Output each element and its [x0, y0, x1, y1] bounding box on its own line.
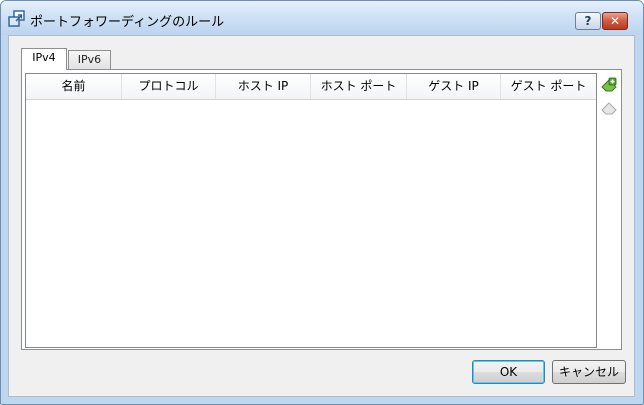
cancel-button[interactable]: キャンセル: [552, 360, 626, 384]
ok-button[interactable]: OK: [472, 360, 545, 384]
table-body: [26, 100, 596, 348]
remove-rule-icon: [601, 102, 617, 115]
window-title: ポートフォワーディングのルール: [30, 15, 225, 30]
column-guest-ip[interactable]: ゲスト IP: [407, 74, 501, 99]
title-bar[interactable]: ポートフォワーディングのルール ? ✕: [1, 1, 643, 35]
column-host-port[interactable]: ホスト ポート: [311, 74, 407, 99]
column-protocol[interactable]: プロトコル: [122, 74, 216, 99]
add-rule-icon[interactable]: [599, 76, 619, 96]
tab-ipv6[interactable]: IPv6: [68, 50, 111, 70]
close-button[interactable]: ✕: [602, 12, 628, 30]
dialog-body: IPv4 IPv6 名前 プロトコル ホスト IP ホスト ポート ゲスト IP…: [8, 35, 635, 397]
help-button[interactable]: ?: [575, 12, 601, 30]
app-icon: [8, 10, 25, 27]
table-header: 名前 プロトコル ホスト IP ホスト ポート ゲスト IP ゲスト ポート: [26, 74, 596, 100]
tab-pane-ipv4: 名前 プロトコル ホスト IP ホスト ポート ゲスト IP ゲスト ポート: [21, 69, 622, 350]
tab-ipv4[interactable]: IPv4: [21, 48, 67, 70]
column-name[interactable]: 名前: [26, 74, 122, 99]
column-guest-port[interactable]: ゲスト ポート: [501, 74, 596, 99]
rules-table[interactable]: 名前 プロトコル ホスト IP ホスト ポート ゲスト IP ゲスト ポート: [25, 73, 597, 348]
column-host-ip[interactable]: ホスト IP: [216, 74, 311, 99]
port-forwarding-dialog: ポートフォワーディングのルール ? ✕ IPv4 IPv6 名前 プロトコル ホ…: [0, 0, 644, 405]
